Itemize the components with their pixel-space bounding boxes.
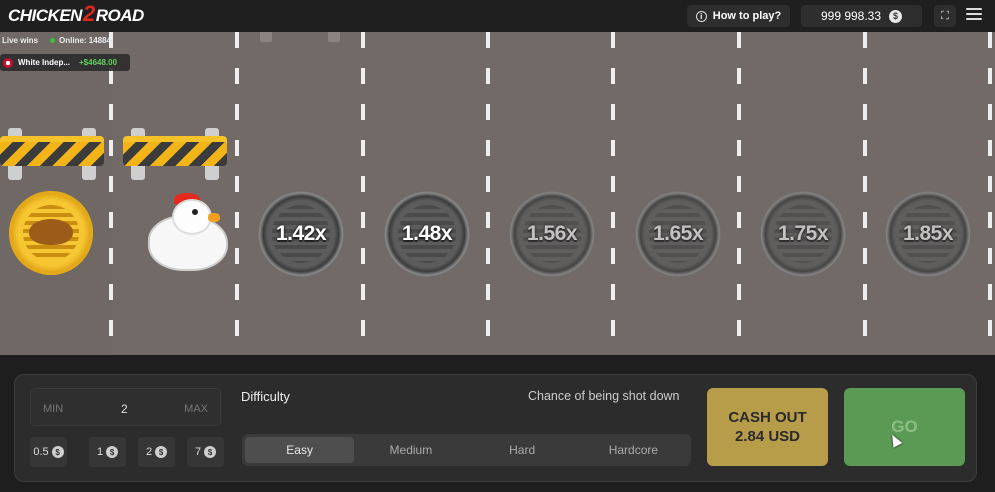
cash-out-button[interactable]: CASH OUT 2.84 USD [707, 388, 828, 466]
roast-chicken-icon [29, 219, 73, 245]
lane-divider [361, 32, 365, 355]
lane-multiplier-manhole[interactable]: 1.48x [384, 191, 470, 277]
multiplier-label: 1.48x [401, 222, 453, 245]
difficulty-medium-tab[interactable]: Medium [356, 437, 465, 463]
online-dot-icon [50, 38, 56, 43]
bet-amount-value[interactable]: 2 [121, 402, 128, 416]
lane-divider [737, 32, 741, 355]
multiplier-label: 1.85x [902, 222, 954, 245]
lane-divider [235, 32, 239, 355]
bet-chip-7[interactable]: 7 $ [187, 437, 224, 467]
game-road: Live wins Online: 14884 White Indep... +… [0, 32, 995, 355]
dollar-coin-icon: $ [204, 446, 217, 458]
logo-text-chicken: CHICKEN [8, 6, 82, 25]
game-logo: CHICKEN 2 ROAD [8, 1, 145, 27]
win-player-name: White Indep... [18, 58, 70, 67]
player-flag-icon [3, 57, 13, 68]
road-marker [260, 32, 272, 42]
road-marker [328, 32, 340, 42]
lane-divider [109, 32, 113, 355]
dollar-coin-icon: $ [889, 9, 903, 23]
multiplier-label: 1.75x [777, 222, 829, 245]
control-panel: MIN 2 MAX 0.5 $ 1 $ 2 $ 7 $ Difficulty Chanc… [14, 374, 977, 482]
lane-multiplier-manhole: 1.56x [509, 191, 595, 277]
bet-chip-2[interactable]: 2 $ [138, 437, 175, 467]
dollar-coin-icon: $ [51, 446, 64, 458]
how-to-play-label: How to play? [712, 10, 782, 22]
top-bar: CHICKEN 2 ROAD i How to play? 999 998.33… [0, 0, 995, 32]
difficulty-easy-tab[interactable]: Easy [245, 437, 355, 463]
logo-text-road: ROAD [95, 6, 145, 25]
lane-multiplier-manhole: 1.65x [635, 191, 721, 277]
fullscreen-button[interactable]: ⛶ [934, 5, 956, 27]
difficulty-label: Difficulty [241, 389, 290, 404]
road-barrier [0, 128, 104, 180]
multiplier-label: 1.56x [526, 222, 578, 245]
lane-divider [988, 32, 992, 355]
lane-divider [863, 32, 867, 355]
live-wins-label: Live wins [2, 36, 39, 45]
bet-max-button[interactable]: MAX [184, 403, 208, 415]
difficulty-hard-tab[interactable]: Hard [468, 437, 577, 463]
bet-chip-1[interactable]: 1 $ [89, 437, 126, 467]
how-to-play-button[interactable]: i How to play? [687, 5, 790, 27]
dollar-coin-icon: $ [155, 446, 168, 458]
cash-out-amount: 2.84 USD [734, 428, 801, 445]
info-icon: i [695, 10, 707, 22]
dollar-coin-icon: $ [106, 446, 119, 458]
logo-text-2: 2 [82, 1, 95, 26]
gold-manhole-icon [9, 191, 93, 275]
bet-chip-0-5[interactable]: 0.5 $ [30, 437, 67, 467]
lane-multiplier-manhole: 1.85x [885, 191, 971, 277]
lane-divider [611, 32, 615, 355]
hamburger-menu-icon[interactable] [966, 8, 982, 22]
cash-out-label: CASH OUT [728, 409, 807, 426]
bet-min-button[interactable]: MIN [43, 403, 63, 415]
chance-label: Chance of being shot down [528, 389, 680, 403]
go-button[interactable]: GO [844, 388, 965, 466]
online-count: Online: 14884 [50, 36, 111, 45]
lane-divider [486, 32, 490, 355]
balance-display: 999 998.33 $ [801, 5, 922, 27]
live-win-entry: White Indep... +$4648.00 [0, 54, 130, 71]
lane-multiplier-manhole[interactable]: 1.42x [258, 191, 344, 277]
chicken-player-icon [148, 193, 230, 275]
difficulty-selector: Easy Medium Hard Hardcore [242, 434, 691, 466]
multiplier-label: 1.42x [275, 222, 327, 245]
road-barrier [123, 128, 227, 180]
lane-multiplier-manhole: 1.75x [760, 191, 846, 277]
balance-value: 999 998.33 [820, 9, 882, 23]
multiplier-label: 1.65x [652, 222, 704, 245]
fullscreen-icon: ⛶ [941, 9, 949, 22]
difficulty-hardcore-tab[interactable]: Hardcore [579, 437, 688, 463]
live-wins-bar: Live wins Online: 14884 [2, 36, 111, 45]
bet-amount-input[interactable]: MIN 2 MAX [30, 388, 221, 426]
win-amount: +$4648.00 [79, 58, 118, 67]
